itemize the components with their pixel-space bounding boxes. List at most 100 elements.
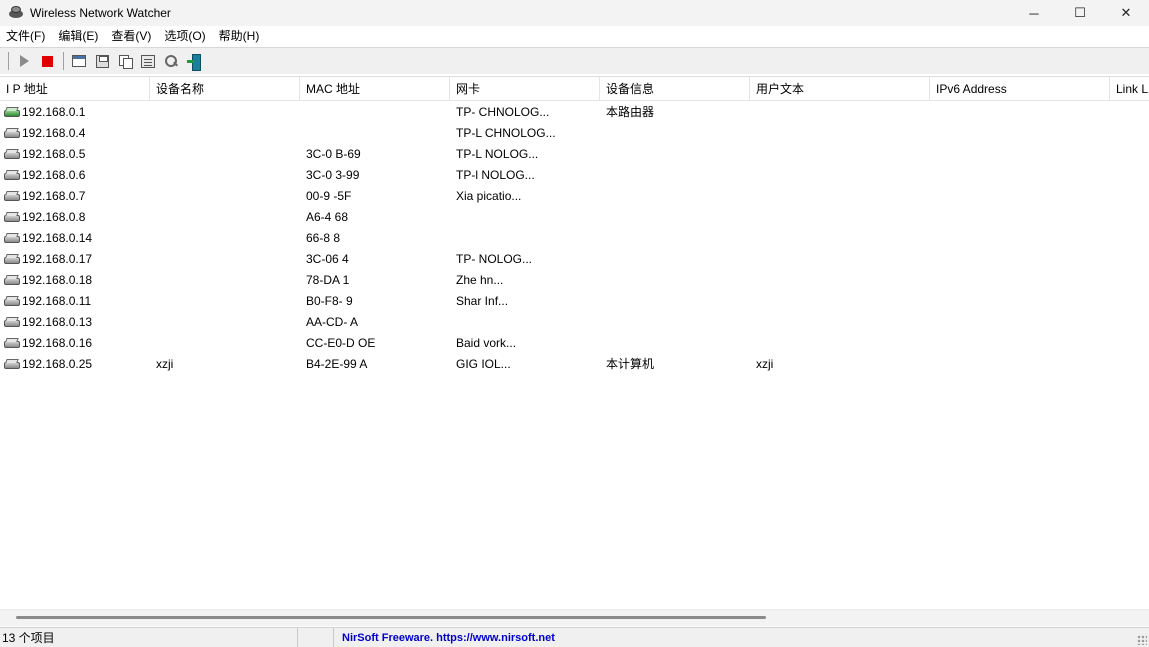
status-bar: 13 个项目 NirSoft Freeware. https://www.nir… — [0, 627, 1149, 647]
copy-button[interactable] — [114, 50, 136, 72]
window-title: Wireless Network Watcher — [30, 6, 171, 20]
user-text-cell — [750, 270, 930, 291]
column-header-mac[interactable]: MAC 地址 — [300, 77, 450, 101]
device-list[interactable]: I P 地址 设备名称 MAC 地址 网卡 设备信息 用户文本 IPv6 Add… — [0, 76, 1149, 609]
device-name-cell: xzji — [156, 357, 174, 371]
mac-cell — [300, 123, 450, 144]
table-row[interactable]: 192.168.0.4 TP-L CHNOLOG... — [0, 123, 1149, 144]
column-header-link-local[interactable]: Link L — [1110, 77, 1149, 101]
title-bar: Wireless Network Watcher ─ ☐ ✕ — [0, 0, 1149, 26]
ip-address: 192.168.0.1 — [22, 105, 86, 119]
device-icon — [4, 191, 20, 202]
resize-grip[interactable] — [1137, 635, 1147, 645]
ip-cell: 192.168.0.25 — [0, 354, 150, 375]
adapter-cell: Baid vork... — [456, 336, 517, 350]
device-icon — [4, 233, 20, 244]
table-row[interactable]: 192.168.0.11 B0-F8- 9 Shar Inf... — [0, 291, 1149, 312]
device-name-cell — [150, 333, 300, 354]
device-info-cell — [600, 228, 750, 249]
table-row[interactable]: 192.168.0.6 3C-0 3-99 TP-l NOLOG... — [0, 165, 1149, 186]
column-header-device-info[interactable]: 设备信息 — [600, 77, 750, 101]
mac-cell: B0-F8- 9 — [306, 294, 353, 308]
user-text-cell — [750, 144, 930, 165]
html-report-button[interactable] — [137, 50, 159, 72]
ip-cell: 192.168.0.6 — [0, 165, 150, 186]
ip-address: 192.168.0.13 — [22, 315, 93, 329]
mac-cell: 3C-0 3-99 — [306, 168, 360, 182]
maximize-button[interactable]: ☐ — [1057, 0, 1103, 26]
table-row[interactable]: 192.168.0.5 3C-0 B-69 TP-L NOLOG... — [0, 144, 1149, 165]
device-name-cell — [150, 228, 300, 249]
device-name-cell — [150, 249, 300, 270]
column-header-adapter[interactable]: 网卡 — [450, 77, 600, 101]
adapter-cell — [450, 312, 600, 333]
ip-address: 192.168.0.6 — [22, 168, 86, 182]
device-name-cell — [150, 102, 300, 123]
adapter-cell: TP-L NOLOG... — [456, 147, 539, 161]
horizontal-scrollbar[interactable] — [0, 609, 1149, 626]
column-header-user-text[interactable]: 用户文本 — [750, 77, 930, 101]
device-name-cell — [150, 165, 300, 186]
table-row[interactable]: 192.168.0.17 3C-06 4 TP- NOLOG... — [0, 249, 1149, 270]
menu-help[interactable]: 帮助(H) — [213, 26, 267, 46]
minimize-button[interactable]: ─ — [1011, 0, 1057, 26]
start-scan-button[interactable] — [13, 50, 35, 72]
ip-address: 192.168.0.25 — [22, 357, 93, 371]
column-header-device-name[interactable]: 设备名称 — [150, 77, 300, 101]
ip-address: 192.168.0.5 — [22, 147, 86, 161]
ip-cell: 192.168.0.4 — [0, 123, 150, 144]
device-info-cell — [600, 165, 750, 186]
status-empty-pane — [298, 627, 334, 647]
menu-view[interactable]: 查看(V) — [105, 26, 158, 46]
toolbar-separator — [63, 52, 64, 70]
menu-file[interactable]: 文件(F) — [0, 26, 52, 46]
device-icon — [4, 359, 20, 370]
adapter-cell: Shar Inf... — [456, 294, 509, 308]
column-header-ip[interactable]: I P 地址 — [0, 77, 150, 101]
properties-button[interactable] — [68, 50, 90, 72]
stop-scan-button[interactable] — [36, 50, 58, 72]
device-icon — [4, 149, 20, 160]
device-info-cell — [600, 144, 750, 165]
find-button[interactable] — [160, 50, 182, 72]
adapter-cell — [450, 228, 600, 249]
adapter-cell: TP-l NOLOG... — [456, 168, 535, 182]
adapter-cell: TP- NOLOG... — [456, 252, 533, 266]
table-row[interactable]: 192.168.0.7 00-9 -5F Xia picatio... — [0, 186, 1149, 207]
ip-address: 192.168.0.7 — [22, 189, 86, 203]
mac-cell: 00-9 -5F — [306, 189, 352, 203]
table-row[interactable]: 192.168.0.25 xzji B4-2E-99 A GIG IOL... 本计算机… — [0, 354, 1149, 375]
table-row[interactable]: 192.168.0.18 78-DA 1 Zhe hn... — [0, 270, 1149, 291]
item-count: 13 个项目 — [0, 627, 298, 647]
properties-icon — [72, 55, 86, 67]
menu-edit[interactable]: 编辑(E) — [52, 26, 105, 46]
adapter-cell: TP-L CHNOLOG... — [456, 126, 556, 140]
user-text-cell — [750, 228, 930, 249]
table-row[interactable]: 192.168.0.16 CC-E0-D OE Baid vork... — [0, 333, 1149, 354]
close-button[interactable]: ✕ — [1103, 0, 1149, 26]
mac-cell: 3C-06 4 — [306, 252, 349, 266]
device-icon — [4, 338, 20, 349]
table-row[interactable]: 192.168.0.13 AA-CD- A — [0, 312, 1149, 333]
save-button[interactable] — [91, 50, 113, 72]
ip-address: 192.168.0.4 — [22, 126, 86, 140]
device-name-cell — [150, 123, 300, 144]
column-header-ipv6[interactable]: IPv6 Address — [930, 77, 1110, 101]
ip-cell: 192.168.0.1 — [0, 102, 150, 123]
stop-icon — [41, 55, 53, 67]
scrollbar-thumb[interactable] — [16, 616, 766, 619]
ip-cell: 192.168.0.17 — [0, 249, 150, 270]
find-icon — [164, 54, 178, 68]
menu-options[interactable]: 选项(O) — [158, 26, 212, 46]
ip-cell: 192.168.0.18 — [0, 270, 150, 291]
adapter-cell — [450, 207, 600, 228]
device-info-cell: 本路由器 — [606, 105, 655, 119]
device-icon — [4, 317, 20, 328]
exit-button[interactable] — [183, 50, 205, 72]
nirsoft-link[interactable]: NirSoft Freeware. https://www.nirsoft.ne… — [334, 628, 1149, 647]
table-row[interactable]: 192.168.0.1 TP- CHNOLOG... 本路由器 — [0, 102, 1149, 123]
device-info-cell — [600, 270, 750, 291]
table-row[interactable]: 192.168.0.8 A6-4 68 — [0, 207, 1149, 228]
table-row[interactable]: 192.168.0.14 66-8 8 — [0, 228, 1149, 249]
ip-address: 192.168.0.18 — [22, 273, 93, 287]
